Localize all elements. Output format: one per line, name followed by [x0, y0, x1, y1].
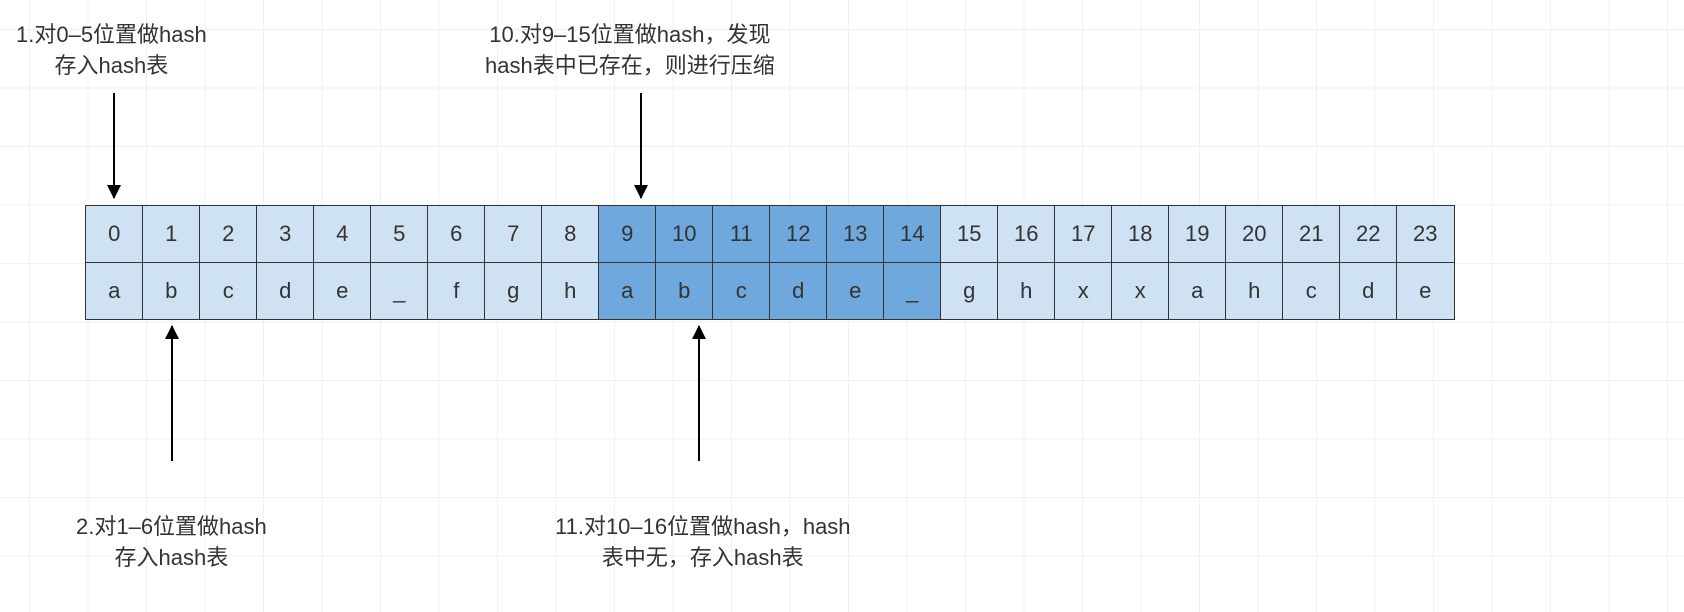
char-cell: _: [883, 262, 942, 320]
index-cell: 18: [1111, 205, 1170, 263]
char-cell: d: [1339, 262, 1398, 320]
index-cell: 0: [85, 205, 144, 263]
char-cell: h: [541, 262, 600, 320]
index-cell: 12: [769, 205, 828, 263]
index-cell: 23: [1396, 205, 1455, 263]
arrow-1: [113, 93, 115, 198]
annotation-11: 11.对10–16位置做hash，hash 表中无，存入hash表: [555, 512, 851, 574]
annotation-11-line1: 11.对10–16位置做hash，hash: [555, 512, 851, 543]
char-cell: d: [256, 262, 315, 320]
char-cell: c: [199, 262, 258, 320]
hash-table: 01234567891011121314151617181920212223 a…: [85, 205, 1453, 318]
char-cell: x: [1111, 262, 1170, 320]
char-cell: c: [712, 262, 771, 320]
char-cell: b: [142, 262, 201, 320]
char-cell: b: [655, 262, 714, 320]
index-cell: 6: [427, 205, 486, 263]
annotation-2: 2.对1–6位置做hash 存入hash表: [76, 512, 267, 574]
arrow-2: [171, 326, 173, 461]
char-cell: a: [85, 262, 144, 320]
index-cell: 9: [598, 205, 657, 263]
arrow-10: [640, 93, 642, 198]
char-cell: c: [1282, 262, 1341, 320]
annotation-2-line1: 2.对1–6位置做hash: [76, 512, 267, 543]
annotation-11-line2: 表中无，存入hash表: [555, 543, 851, 574]
index-row: 01234567891011121314151617181920212223: [85, 205, 1453, 262]
char-cell: h: [1225, 262, 1284, 320]
arrow-11: [698, 326, 700, 461]
annotation-1-line1: 1.对0–5位置做hash: [16, 20, 207, 51]
index-cell: 19: [1168, 205, 1227, 263]
index-cell: 11: [712, 205, 771, 263]
annotation-10: 10.对9–15位置做hash，发现 hash表中已存在，则进行压缩: [485, 20, 775, 82]
index-cell: 2: [199, 205, 258, 263]
index-cell: 10: [655, 205, 714, 263]
char-cell: e: [1396, 262, 1455, 320]
annotation-10-line2: hash表中已存在，则进行压缩: [485, 51, 775, 82]
index-cell: 3: [256, 205, 315, 263]
annotation-1: 1.对0–5位置做hash 存入hash表: [16, 20, 207, 82]
index-cell: 8: [541, 205, 600, 263]
char-cell: f: [427, 262, 486, 320]
char-cell: g: [940, 262, 999, 320]
index-cell: 4: [313, 205, 372, 263]
index-cell: 20: [1225, 205, 1284, 263]
char-cell: d: [769, 262, 828, 320]
annotation-1-line2: 存入hash表: [16, 51, 207, 82]
char-cell: g: [484, 262, 543, 320]
index-cell: 5: [370, 205, 429, 263]
char-cell: h: [997, 262, 1056, 320]
char-cell: e: [826, 262, 885, 320]
index-cell: 15: [940, 205, 999, 263]
index-cell: 17: [1054, 205, 1113, 263]
index-cell: 14: [883, 205, 942, 263]
index-cell: 1: [142, 205, 201, 263]
index-cell: 16: [997, 205, 1056, 263]
index-cell: 22: [1339, 205, 1398, 263]
index-cell: 13: [826, 205, 885, 263]
char-cell: x: [1054, 262, 1113, 320]
index-cell: 21: [1282, 205, 1341, 263]
char-row: abcde_fghabcde_ghxxahcde: [85, 262, 1453, 319]
index-cell: 7: [484, 205, 543, 263]
annotation-2-line2: 存入hash表: [76, 543, 267, 574]
char-cell: e: [313, 262, 372, 320]
annotation-10-line1: 10.对9–15位置做hash，发现: [485, 20, 775, 51]
char-cell: a: [598, 262, 657, 320]
char-cell: a: [1168, 262, 1227, 320]
char-cell: _: [370, 262, 429, 320]
